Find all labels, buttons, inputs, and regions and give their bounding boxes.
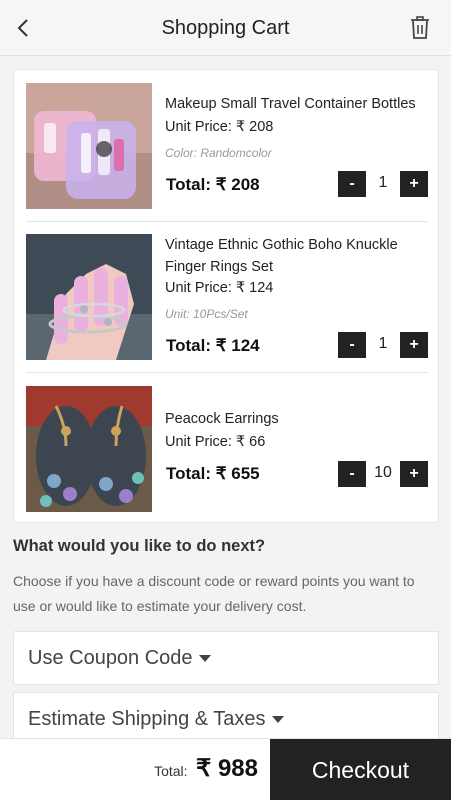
quantity-stepper: - 10 + [338,461,428,487]
product-image [26,83,152,209]
page-title: Shopping Cart [161,17,290,39]
quantity-stepper: - 1 + [338,171,428,197]
product-image [26,386,152,512]
coupon-code-toggle[interactable]: Use Coupon Code [13,631,439,685]
decrease-quantity-button[interactable]: - [338,332,366,358]
unit-price: Unit Price: ₹ 124 [165,280,274,296]
item-total: Total: ₹ 655 [166,464,260,483]
increase-quantity-button[interactable]: + [400,332,428,358]
cart-total-label: Total: [154,763,188,779]
increase-quantity-button[interactable]: + [400,461,428,487]
product-attribute: Color: Randomcolor [165,146,272,160]
item-divider [26,372,428,373]
next-steps-heading: What would you like to do next? [13,537,266,555]
cart-total-amount: ₹ 988 [196,755,258,782]
checkout-bar: Total: ₹ 988 Checkout [0,738,451,800]
caret-down-icon [271,716,284,724]
caret-down-icon [198,655,211,663]
quantity-value: 1 [378,174,388,191]
product-name[interactable]: Vintage Ethnic Gothic Boho Knuckle Finge… [165,234,427,278]
unit-price: Unit Price: ₹ 208 [165,119,274,135]
product-image [26,234,152,360]
quantity-value: 10 [374,464,392,481]
product-name[interactable]: Makeup Small Travel Container Bottles [165,93,427,115]
checkout-button[interactable]: Checkout [270,739,451,800]
clear-cart-button[interactable] [409,15,431,41]
product-name[interactable]: Peacock Earrings [165,408,427,430]
header-bar: Shopping Cart [0,0,451,56]
product-attribute: Unit: 10Pcs/Set [165,307,248,321]
trash-icon [411,16,429,39]
product-thumbnail[interactable] [26,234,152,360]
cart-item: Makeup Small Travel Container Bottles Un… [26,83,428,209]
coupon-code-label: Use Coupon Code [28,647,211,670]
item-divider [26,221,428,222]
cart-items-panel: Makeup Small Travel Container Bottles Un… [13,69,439,523]
cart-item: Vintage Ethnic Gothic Boho Knuckle Finge… [26,234,428,360]
product-thumbnail[interactable] [26,386,152,512]
item-total: Total: ₹ 208 [166,175,260,194]
decrease-quantity-button[interactable]: - [338,461,366,487]
item-total: Total: ₹ 124 [166,336,260,355]
unit-price: Unit Price: ₹ 66 [165,434,266,450]
cart-item: Peacock Earrings Unit Price: ₹ 66 Total:… [26,386,428,512]
product-thumbnail[interactable] [26,83,152,209]
increase-quantity-button[interactable]: + [400,171,428,197]
estimate-shipping-label: Estimate Shipping & Taxes [28,708,284,731]
quantity-value: 1 [378,335,388,352]
next-steps-description: Choose if you have a discount code or re… [13,573,415,614]
decrease-quantity-button[interactable]: - [338,171,366,197]
cart-total: Total: ₹ 988 [154,754,258,783]
quantity-stepper: - 1 + [338,332,428,358]
